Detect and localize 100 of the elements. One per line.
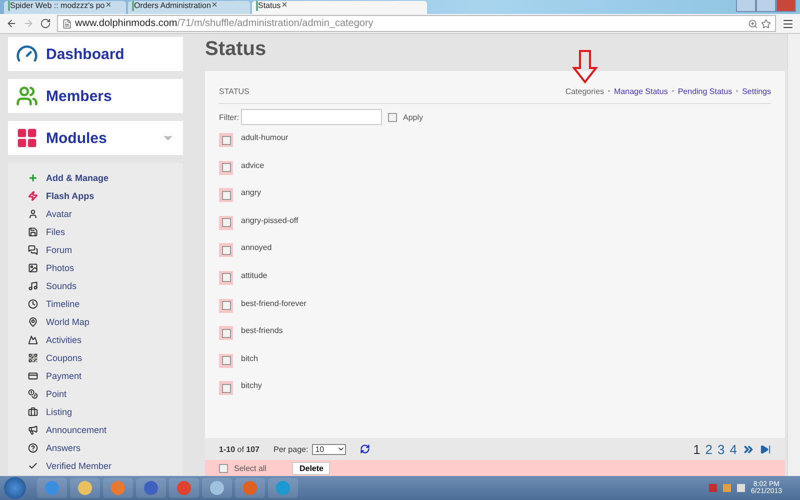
sidebar-link[interactable]: Point bbox=[28, 385, 183, 403]
tab-link[interactable]: Pending Status bbox=[678, 86, 732, 96]
module-icon bbox=[28, 335, 38, 345]
close-icon[interactable] bbox=[280, 1, 288, 8]
nav-card[interactable]: Modules bbox=[8, 121, 183, 155]
row-checkbox[interactable] bbox=[222, 273, 230, 282]
status-name: angry-pissed-off bbox=[241, 216, 298, 225]
grid-icon bbox=[16, 127, 38, 149]
separator-dot bbox=[736, 90, 738, 92]
sidebar-link[interactable]: Files bbox=[28, 223, 183, 241]
sidebar-link[interactable]: Forum bbox=[28, 241, 183, 259]
sidebar-link[interactable]: Activities bbox=[28, 331, 183, 349]
module-icon bbox=[28, 281, 38, 291]
sidebar-link[interactable]: Timeline bbox=[28, 295, 183, 313]
module-icon bbox=[28, 209, 38, 219]
per-page-select[interactable]: 10 bbox=[312, 444, 346, 454]
status-name: bitch bbox=[241, 354, 258, 363]
row-checkbox[interactable] bbox=[222, 301, 230, 310]
module-icon bbox=[28, 389, 38, 399]
module-icon bbox=[28, 245, 38, 255]
refresh-icon[interactable] bbox=[360, 444, 370, 454]
row-checkbox[interactable] bbox=[222, 328, 230, 338]
nav-card-label: Members bbox=[46, 88, 113, 104]
filter-field[interactable] bbox=[241, 109, 382, 125]
status-name: bitchy bbox=[241, 381, 262, 390]
module-icon bbox=[28, 425, 38, 435]
url-text: www.dolphinmods.com/71/m/shuffle/administration/admin_category bbox=[75, 18, 374, 29]
caret-icon bbox=[337, 445, 346, 453]
delete-button[interactable]: Delete bbox=[292, 462, 330, 474]
back-icon[interactable] bbox=[6, 18, 17, 29]
row-checkbox[interactable] bbox=[222, 356, 230, 366]
status-name: attitude bbox=[241, 270, 268, 280]
status-name: best-friend-forever bbox=[241, 298, 306, 308]
nav-card[interactable]: Members bbox=[8, 79, 183, 113]
sidebar-link[interactable]: Announcement bbox=[28, 421, 183, 439]
minimize-button[interactable] bbox=[736, 0, 756, 12]
sidebar-link[interactable]: Sounds bbox=[28, 277, 183, 295]
row-checkbox[interactable] bbox=[222, 136, 230, 144]
nav-card-label: Modules bbox=[46, 130, 108, 146]
tab-link[interactable]: Settings bbox=[742, 86, 771, 96]
tab-link[interactable]: Categories bbox=[565, 86, 604, 96]
module-icon bbox=[28, 227, 38, 237]
star-icon[interactable] bbox=[761, 18, 771, 28]
page-link[interactable]: 3 bbox=[718, 442, 725, 456]
module-icon bbox=[28, 191, 38, 201]
row-checkbox[interactable] bbox=[222, 190, 230, 200]
module-icon bbox=[28, 443, 38, 453]
module-icon bbox=[28, 173, 38, 183]
module-icon bbox=[28, 371, 38, 381]
page-link[interactable]: 1 bbox=[693, 442, 700, 456]
page-title: Status bbox=[205, 38, 268, 61]
maximize-button[interactable] bbox=[756, 0, 776, 12]
close-icon[interactable] bbox=[210, 1, 218, 8]
status-name: best-friends bbox=[241, 326, 283, 336]
sidebar-link[interactable]: Verified Member bbox=[28, 457, 183, 475]
sidebar-link[interactable]: Coupons bbox=[28, 349, 183, 367]
apply-checkbox[interactable] bbox=[388, 112, 397, 122]
status-name: adult-humour bbox=[241, 133, 288, 142]
sidebar-link[interactable]: Flash Apps bbox=[28, 187, 183, 205]
nav-card[interactable]: Dashboard bbox=[8, 37, 183, 71]
separator-dot bbox=[672, 90, 674, 92]
module-icon bbox=[28, 353, 38, 363]
sidebar-link[interactable]: Payment bbox=[28, 367, 183, 385]
scrollbar[interactable] bbox=[787, 34, 800, 476]
close-button[interactable] bbox=[776, 0, 796, 12]
row-checkbox[interactable] bbox=[222, 163, 230, 172]
module-icon bbox=[28, 299, 38, 309]
panel-title: STATUS bbox=[219, 86, 250, 96]
page-link[interactable]: 4 bbox=[730, 442, 737, 456]
menu-icon[interactable] bbox=[782, 18, 794, 30]
page-link[interactable]: 2 bbox=[705, 442, 713, 456]
module-icon bbox=[28, 407, 38, 417]
status-name: angry bbox=[241, 188, 262, 198]
tab-link[interactable]: Manage Status bbox=[614, 86, 668, 96]
sidebar-link[interactable]: Answers bbox=[28, 439, 183, 457]
sidebar-link[interactable]: Avatar bbox=[28, 205, 183, 223]
select-all-label: Select all bbox=[234, 464, 266, 472]
nav-card-label: Dashboard bbox=[46, 46, 126, 62]
sidebar-link[interactable]: World Map bbox=[28, 313, 183, 331]
users-icon bbox=[16, 85, 38, 107]
row-checkbox[interactable] bbox=[222, 384, 230, 393]
row-checkbox[interactable] bbox=[222, 246, 230, 255]
last-page-icon[interactable] bbox=[760, 444, 771, 454]
address-field[interactable]: www.dolphinmods.com/71/m/shuffle/administration/admin_category bbox=[57, 15, 776, 32]
result-count: 1-10 of 107 bbox=[219, 444, 260, 454]
sidebar-link[interactable]: Listing bbox=[28, 403, 183, 421]
start-button[interactable] bbox=[4, 477, 26, 499]
zoom-icon[interactable] bbox=[748, 18, 758, 28]
sidebar-link[interactable]: Photos bbox=[28, 259, 183, 277]
select-all-checkbox[interactable] bbox=[219, 464, 228, 472]
reload-icon[interactable] bbox=[40, 18, 51, 29]
browser-tab[interactable]: Spider Web :: modzzz's po bbox=[4, 1, 126, 14]
close-icon[interactable] bbox=[104, 1, 112, 8]
forward-icon[interactable] bbox=[23, 18, 34, 29]
browser-tab[interactable]: Orders Administration bbox=[128, 1, 250, 14]
browser-tab[interactable]: Status bbox=[252, 1, 427, 14]
sidebar-link[interactable]: Add & Manage bbox=[28, 169, 183, 187]
row-checkbox[interactable] bbox=[222, 218, 230, 228]
down-arrow-icon bbox=[572, 50, 598, 84]
per-page-label: Per page: bbox=[274, 444, 308, 454]
